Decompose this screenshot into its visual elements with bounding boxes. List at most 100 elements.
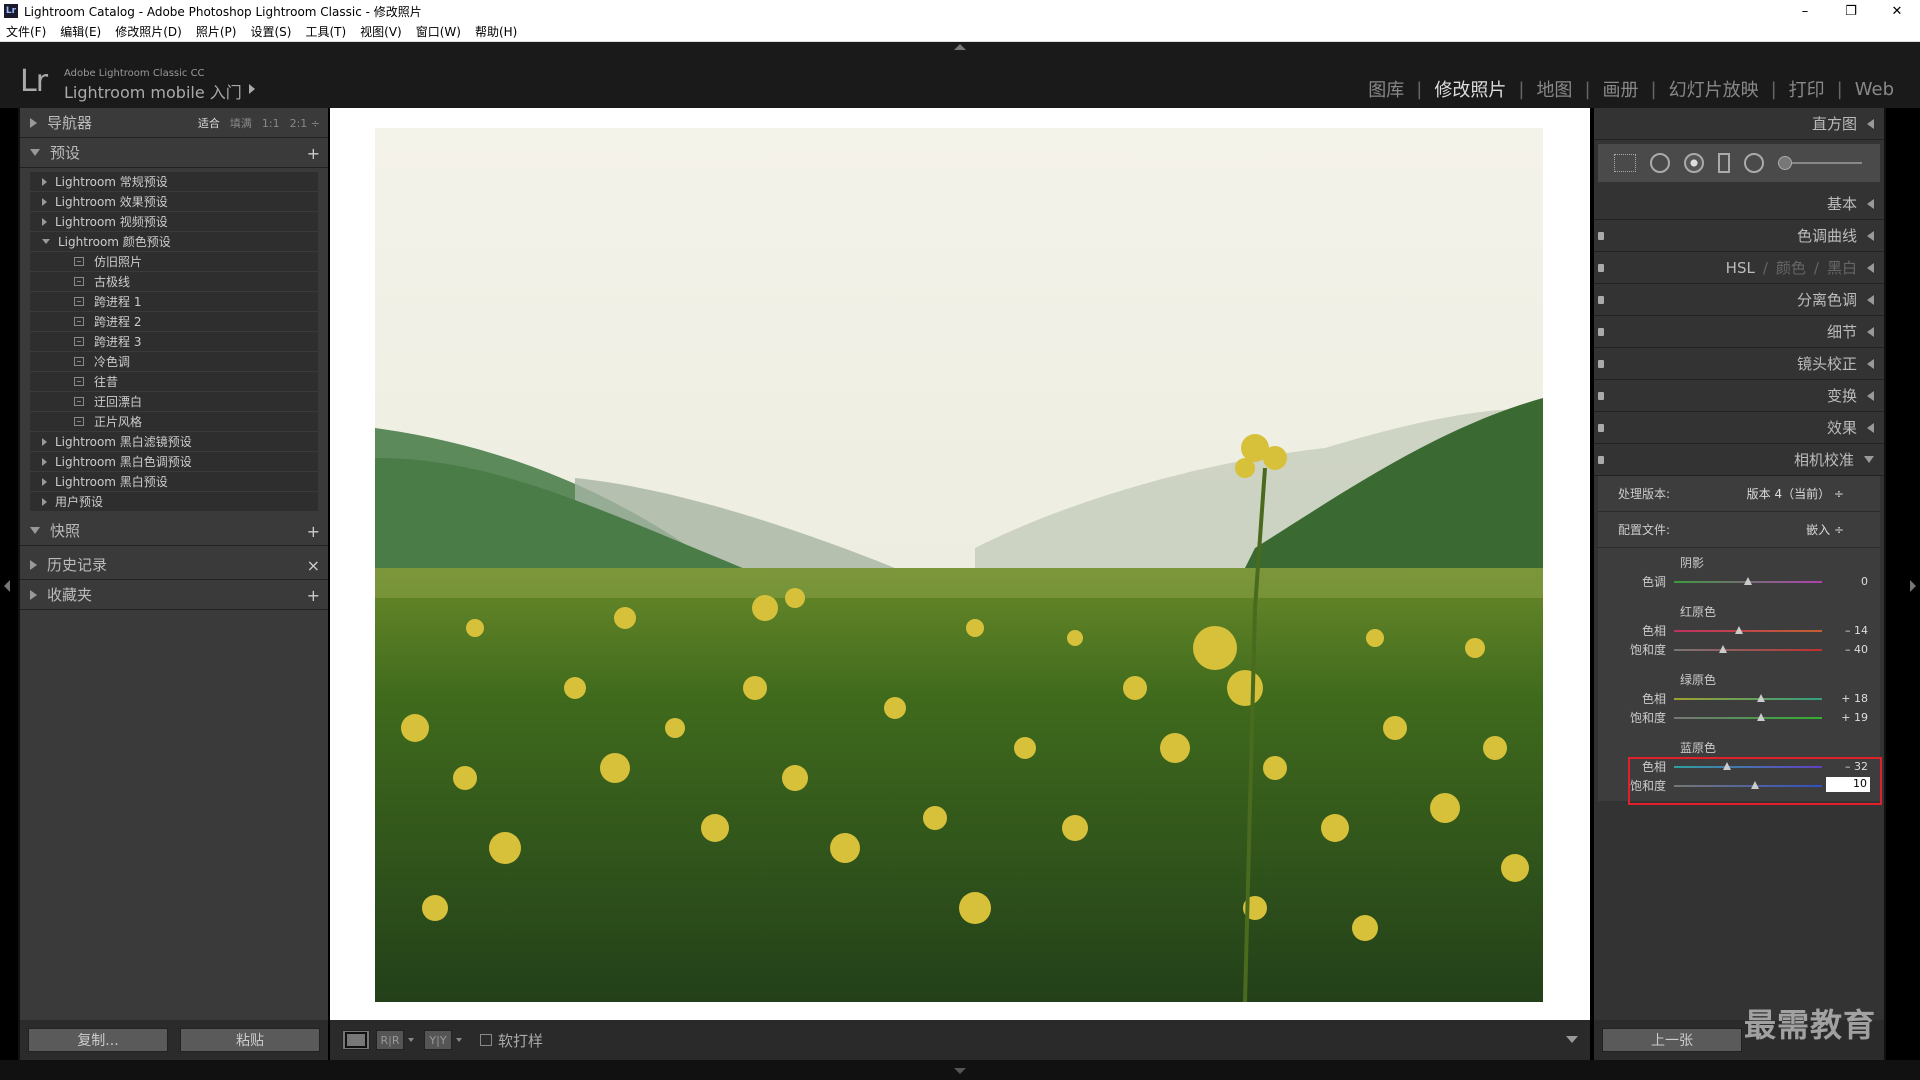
preset-item[interactable]: 跨进程 1	[30, 292, 318, 312]
close-button[interactable]: ✕	[1874, 0, 1920, 22]
panel-switch-icon[interactable]	[1598, 424, 1604, 432]
copy-settings-button[interactable]: 复制...	[28, 1028, 168, 1052]
preset-folder[interactable]: Lightroom 常规预设	[30, 172, 318, 192]
red-eye-icon[interactable]	[1684, 153, 1704, 173]
module-develop[interactable]: 修改照片	[1422, 76, 1518, 102]
slider-track[interactable]	[1674, 576, 1822, 585]
previous-button[interactable]: 上一张	[1602, 1028, 1742, 1052]
slider-value[interactable]: – 14	[1845, 624, 1868, 637]
collections-header[interactable]: 收藏夹 +	[20, 580, 328, 610]
slider-track[interactable]	[1674, 625, 1822, 634]
preset-item[interactable]: 迂回漂白	[30, 392, 318, 412]
preset-folder[interactable]: Lightroom 视频预设	[30, 212, 318, 232]
graduated-filter-icon[interactable]	[1718, 153, 1730, 173]
hsl-header[interactable]: HSL / 颜色 / 黑白	[1594, 252, 1884, 284]
slider-value[interactable]: – 40	[1845, 643, 1868, 656]
preset-item[interactable]: 往昔	[30, 372, 318, 392]
before-after-yy-button[interactable]: Y|Y	[424, 1030, 452, 1050]
panel-switch-icon[interactable]	[1598, 296, 1604, 304]
preset-folder[interactable]: Lightroom 颜色预设	[30, 232, 318, 252]
toolbar-options-dropdown-icon[interactable]	[1566, 1036, 1578, 1043]
preset-item[interactable]: 冷色调	[30, 352, 318, 372]
calibration-header[interactable]: 相机校准	[1594, 444, 1884, 476]
paste-settings-button[interactable]: 粘贴	[180, 1028, 320, 1052]
preset-folder[interactable]: Lightroom 黑白滤镜预设	[30, 432, 318, 452]
bw-tab[interactable]: 黑白	[1827, 257, 1857, 278]
preset-folder[interactable]: Lightroom 黑白预设	[30, 472, 318, 492]
module-web[interactable]: Web	[1843, 79, 1906, 100]
adjustment-brush-slider[interactable]	[1778, 156, 1862, 170]
slider-track[interactable]	[1674, 693, 1822, 702]
before-after-dropdown-icon[interactable]	[408, 1038, 414, 1042]
zoom-fill[interactable]: 填满	[230, 115, 252, 131]
add-preset-icon[interactable]: +	[307, 144, 320, 163]
menu-edit[interactable]: 编辑(E)	[60, 23, 101, 40]
soft-proofing-checkbox[interactable]	[480, 1034, 492, 1046]
preset-item[interactable]: 跨进程 2	[30, 312, 318, 332]
add-snapshot-icon[interactable]: +	[307, 522, 320, 541]
panel-switch-icon[interactable]	[1598, 232, 1604, 240]
snapshots-header[interactable]: 快照 +	[20, 516, 328, 546]
profile-select[interactable]: 嵌入 ÷	[1806, 521, 1844, 538]
clear-history-icon[interactable]: ×	[307, 556, 320, 575]
add-collection-icon[interactable]: +	[307, 586, 320, 605]
panel-switch-icon[interactable]	[1598, 328, 1604, 336]
menu-settings[interactable]: 设置(S)	[250, 23, 291, 40]
slider-value[interactable]: + 19	[1841, 711, 1868, 724]
navigator-header[interactable]: 导航器 适合 填满 1:1 2:1 ÷	[20, 108, 328, 138]
preset-item[interactable]: 跨进程 3	[30, 332, 318, 352]
module-slideshow[interactable]: 幻灯片放映	[1657, 76, 1771, 102]
before-after-swap-dropdown-icon[interactable]	[456, 1038, 462, 1042]
detail-header[interactable]: 细节	[1594, 316, 1884, 348]
before-after-lr-button[interactable]: R|R	[376, 1030, 404, 1050]
slider-track[interactable]	[1674, 712, 1822, 721]
panel-switch-icon[interactable]	[1598, 360, 1604, 368]
slider-thumb[interactable]	[1757, 693, 1766, 702]
left-panel-toggle-icon[interactable]	[4, 580, 10, 592]
module-map[interactable]: 地图	[1524, 76, 1584, 102]
mobile-getting-started[interactable]: Lightroom mobile 入门	[64, 79, 242, 103]
lens-correction-header[interactable]: 镜头校正	[1594, 348, 1884, 380]
menu-view[interactable]: 视图(V)	[360, 23, 402, 40]
preset-folder[interactable]: 用户预设	[30, 492, 318, 512]
image-canvas[interactable]	[330, 108, 1590, 1020]
menu-photo[interactable]: 照片(P)	[196, 23, 237, 40]
play-arrow-icon[interactable]	[249, 84, 255, 94]
histogram-header[interactable]: 直方图	[1594, 108, 1884, 140]
menu-help[interactable]: 帮助(H)	[475, 23, 517, 40]
module-book[interactable]: 画册	[1591, 76, 1651, 102]
history-header[interactable]: 历史记录 ×	[20, 550, 328, 580]
panel-switch-icon[interactable]	[1598, 392, 1604, 400]
zoom-2-1[interactable]: 2:1 ÷	[290, 117, 320, 130]
preset-item[interactable]: 仿旧照片	[30, 252, 318, 272]
transform-header[interactable]: 变换	[1594, 380, 1884, 412]
preset-item[interactable]: 古极线	[30, 272, 318, 292]
tone-curve-header[interactable]: 色调曲线	[1594, 220, 1884, 252]
menu-file[interactable]: 文件(F)	[6, 23, 46, 40]
filmstrip-toggle-icon[interactable]	[954, 1068, 966, 1074]
slider-value[interactable]: + 18	[1841, 692, 1868, 705]
preset-folder[interactable]: Lightroom 黑白色调预设	[30, 452, 318, 472]
menu-develop[interactable]: 修改照片(D)	[115, 23, 182, 40]
color-tab[interactable]: 颜色	[1776, 257, 1806, 278]
zoom-1-1[interactable]: 1:1	[262, 117, 280, 130]
menu-tools[interactable]: 工具(T)	[305, 23, 346, 40]
preset-folder[interactable]: Lightroom 效果预设	[30, 192, 318, 212]
module-print[interactable]: 打印	[1777, 76, 1837, 102]
zoom-fit[interactable]: 适合	[198, 115, 220, 131]
panel-switch-icon[interactable]	[1598, 264, 1604, 272]
process-version-select[interactable]: 版本 4（当前） ÷	[1747, 485, 1844, 502]
loupe-view-button[interactable]	[342, 1030, 370, 1050]
radial-filter-icon[interactable]	[1744, 153, 1764, 173]
slider-thumb[interactable]	[1735, 625, 1744, 634]
panel-switch-icon[interactable]	[1598, 456, 1604, 464]
effects-header[interactable]: 效果	[1594, 412, 1884, 444]
preset-item[interactable]: 正片风格	[30, 412, 318, 432]
slider-thumb[interactable]	[1718, 644, 1727, 653]
crop-overlay-icon[interactable]	[1614, 154, 1636, 172]
slider-value[interactable]: 0	[1861, 575, 1868, 588]
spot-removal-icon[interactable]	[1650, 153, 1670, 173]
right-panel-toggle-icon[interactable]	[1910, 580, 1916, 592]
minimize-button[interactable]: –	[1782, 0, 1828, 22]
basic-header[interactable]: 基本	[1594, 188, 1884, 220]
